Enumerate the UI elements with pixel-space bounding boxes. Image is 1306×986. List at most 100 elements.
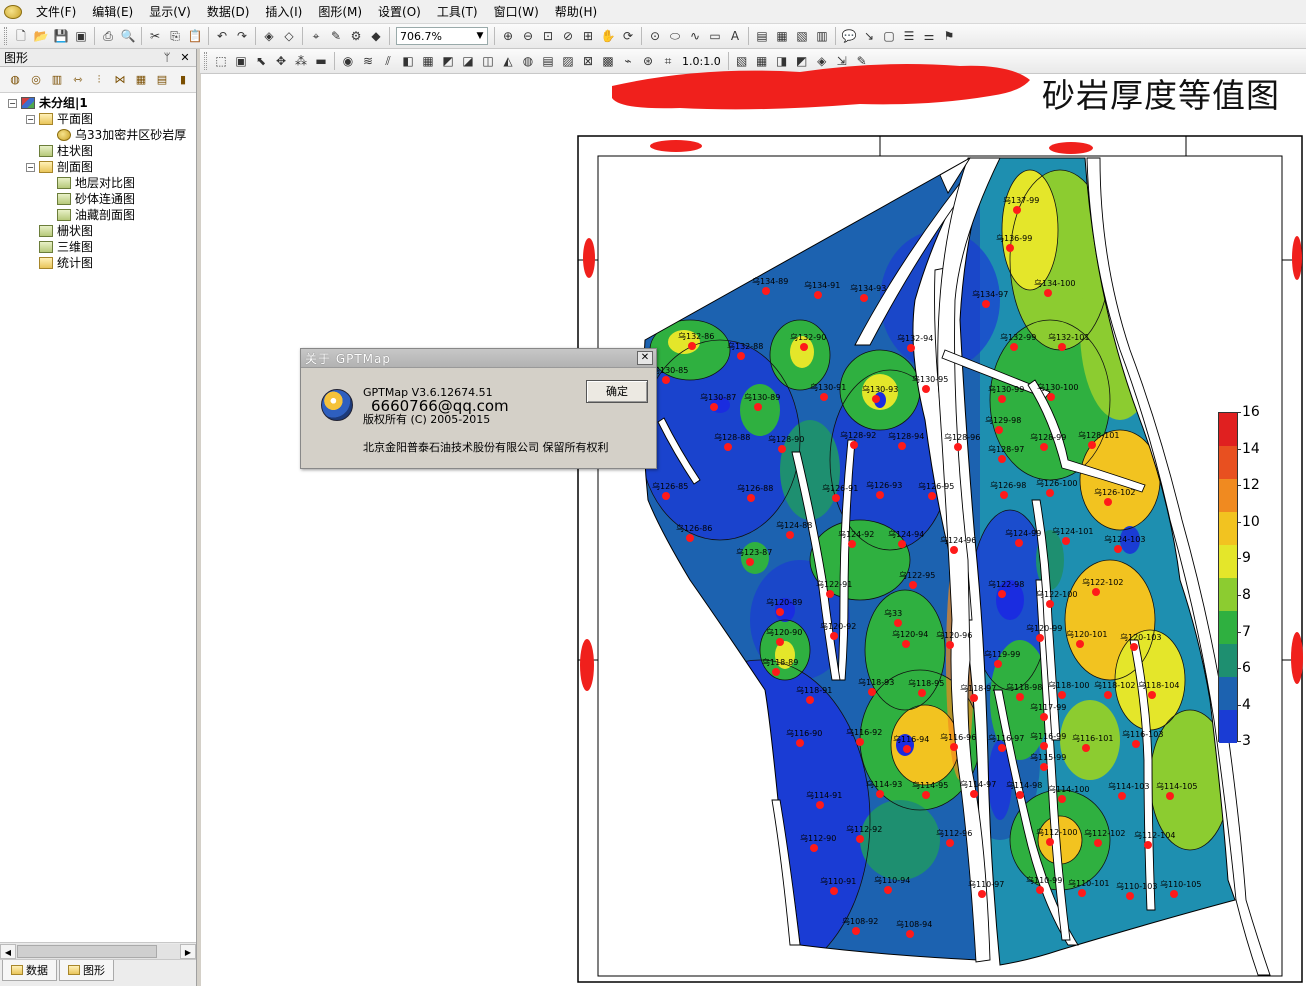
well-marker[interactable] — [816, 801, 824, 809]
well-marker[interactable] — [998, 590, 1006, 598]
well-marker[interactable] — [1046, 838, 1054, 846]
well-marker[interactable] — [1044, 289, 1052, 297]
well-marker[interactable] — [856, 738, 864, 746]
ok-button[interactable]: 确定 — [586, 380, 648, 403]
well-marker[interactable] — [903, 745, 911, 753]
well-marker[interactable] — [762, 287, 770, 295]
well-marker[interactable] — [820, 393, 828, 401]
well-marker[interactable] — [746, 558, 754, 566]
well-marker[interactable] — [772, 668, 780, 676]
well-marker[interactable] — [832, 494, 840, 502]
well-marker[interactable] — [922, 791, 930, 799]
well-marker[interactable] — [778, 445, 786, 453]
well-marker[interactable] — [1040, 742, 1048, 750]
well-marker[interactable] — [710, 403, 718, 411]
well-marker[interactable] — [1166, 792, 1174, 800]
well-marker[interactable] — [1148, 691, 1156, 699]
close-icon[interactable]: ✕ — [637, 351, 653, 365]
well-marker[interactable] — [1036, 634, 1044, 642]
well-marker[interactable] — [876, 790, 884, 798]
well-marker[interactable] — [918, 689, 926, 697]
well-marker[interactable] — [800, 343, 808, 351]
well-marker[interactable] — [928, 492, 936, 500]
well-marker[interactable] — [830, 632, 838, 640]
well-marker[interactable] — [1118, 792, 1126, 800]
well-marker[interactable] — [852, 927, 860, 935]
well-marker[interactable] — [737, 352, 745, 360]
well-marker[interactable] — [1058, 795, 1066, 803]
well-marker[interactable] — [894, 619, 902, 627]
well-marker[interactable] — [1046, 600, 1054, 608]
well-marker[interactable] — [922, 385, 930, 393]
well-marker[interactable] — [1046, 489, 1054, 497]
well-marker[interactable] — [1082, 744, 1090, 752]
well-marker[interactable] — [868, 688, 876, 696]
well-marker[interactable] — [872, 395, 880, 403]
well-marker[interactable] — [898, 442, 906, 450]
well-marker[interactable] — [747, 494, 755, 502]
well-marker[interactable] — [950, 743, 958, 751]
well-marker[interactable] — [1016, 693, 1024, 701]
well-marker[interactable] — [1170, 890, 1178, 898]
well-marker[interactable] — [970, 694, 978, 702]
well-marker[interactable] — [1040, 763, 1048, 771]
well-marker[interactable] — [995, 426, 1003, 434]
well-marker[interactable] — [848, 540, 856, 548]
well-marker[interactable] — [978, 890, 986, 898]
well-marker[interactable] — [909, 581, 917, 589]
well-marker[interactable] — [796, 739, 804, 747]
well-marker[interactable] — [946, 839, 954, 847]
well-marker[interactable] — [1040, 713, 1048, 721]
well-marker[interactable] — [954, 443, 962, 451]
well-marker[interactable] — [776, 608, 784, 616]
well-marker[interactable] — [1092, 588, 1100, 596]
well-marker[interactable] — [906, 930, 914, 938]
well-marker[interactable] — [662, 492, 670, 500]
well-marker[interactable] — [1114, 545, 1122, 553]
well-marker[interactable] — [860, 294, 868, 302]
well-marker[interactable] — [1006, 244, 1014, 252]
well-marker[interactable] — [1094, 839, 1102, 847]
well-marker[interactable] — [754, 403, 762, 411]
well-marker[interactable] — [1104, 691, 1112, 699]
well-marker[interactable] — [1132, 740, 1140, 748]
well-marker[interactable] — [1104, 498, 1112, 506]
well-marker[interactable] — [856, 835, 864, 843]
well-marker[interactable] — [1013, 206, 1021, 214]
well-marker[interactable] — [946, 641, 954, 649]
well-marker[interactable] — [1036, 886, 1044, 894]
well-marker[interactable] — [810, 844, 818, 852]
well-marker[interactable] — [688, 342, 696, 350]
well-marker[interactable] — [1016, 791, 1024, 799]
well-marker[interactable] — [1047, 393, 1055, 401]
well-marker[interactable] — [898, 540, 906, 548]
well-marker[interactable] — [876, 491, 884, 499]
well-marker[interactable] — [786, 531, 794, 539]
well-marker[interactable] — [826, 590, 834, 598]
well-marker[interactable] — [1076, 640, 1084, 648]
well-marker[interactable] — [814, 291, 822, 299]
well-marker[interactable] — [1000, 491, 1008, 499]
well-marker[interactable] — [662, 376, 670, 384]
well-marker[interactable] — [686, 534, 694, 542]
dialog-titlebar[interactable]: 关于 GPTMap ✕ — [301, 349, 656, 368]
well-marker[interactable] — [1144, 841, 1152, 849]
well-marker[interactable] — [1062, 537, 1070, 545]
well-marker[interactable] — [1010, 343, 1018, 351]
well-marker[interactable] — [950, 546, 958, 554]
well-marker[interactable] — [998, 744, 1006, 752]
well-marker[interactable] — [776, 638, 784, 646]
well-marker[interactable] — [830, 887, 838, 895]
well-marker[interactable] — [1078, 889, 1086, 897]
well-marker[interactable] — [1088, 441, 1096, 449]
well-marker[interactable] — [902, 640, 910, 648]
well-marker[interactable] — [907, 344, 915, 352]
well-marker[interactable] — [884, 886, 892, 894]
well-marker[interactable] — [806, 696, 814, 704]
well-marker[interactable] — [1015, 539, 1023, 547]
well-marker[interactable] — [1040, 443, 1048, 451]
well-marker[interactable] — [1126, 892, 1134, 900]
well-marker[interactable] — [998, 395, 1006, 403]
well-marker[interactable] — [998, 455, 1006, 463]
well-marker[interactable] — [970, 790, 978, 798]
